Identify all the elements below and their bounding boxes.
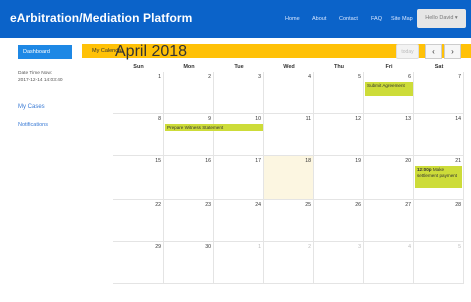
day-cell[interactable]: 10 [214, 114, 264, 156]
weekday-header: Sun Mon Tue Wed Thu Fri Sat [113, 62, 464, 72]
day-number: 12 [355, 116, 361, 122]
day-number: 4 [308, 74, 311, 80]
day-cell[interactable]: 16 [164, 156, 214, 200]
day-cell[interactable]: 13 [364, 114, 414, 156]
datetime-display: Date Time Now: 2017-12-14 14:03:40 [18, 70, 63, 84]
day-cell[interactable]: 22 [113, 200, 164, 242]
day-number: 14 [455, 116, 461, 122]
day-cell-other-month[interactable]: 3 [314, 242, 364, 284]
calendar-month-title: April 2018 [115, 43, 188, 60]
day-cell[interactable]: 24 [214, 200, 264, 242]
weekday-thu: Thu [333, 64, 345, 70]
day-cell[interactable]: 27 [364, 200, 414, 242]
day-number: 9 [208, 116, 211, 122]
day-cell-other-month[interactable]: 1 [214, 242, 264, 284]
weekday-wed: Wed [283, 64, 295, 70]
day-number: 27 [405, 202, 411, 208]
day-cell[interactable]: 15 [113, 156, 164, 200]
datetime-label: Date Time Now: [18, 71, 53, 76]
day-number: 23 [205, 202, 211, 208]
day-number: 5 [458, 244, 461, 250]
day-cell[interactable]: 20 [364, 156, 414, 200]
day-number: 5 [358, 74, 361, 80]
day-cell-other-month[interactable]: 2 [264, 242, 314, 284]
day-cell[interactable]: 28 [414, 200, 464, 242]
brand-title[interactable]: eArbitration/Mediation Platform [10, 11, 192, 25]
day-number: 1 [258, 244, 261, 250]
day-cell[interactable]: 23 [164, 200, 214, 242]
next-month-button[interactable]: › [444, 44, 461, 59]
nav-about[interactable]: About [312, 16, 326, 22]
day-cell[interactable]: 12 [314, 114, 364, 156]
event-submit-agreement[interactable]: Submit Agreement [365, 82, 413, 96]
day-number: 16 [205, 158, 211, 164]
day-cell[interactable]: 29 [113, 242, 164, 284]
day-number: 26 [355, 202, 361, 208]
day-number: 4 [408, 244, 411, 250]
day-cell[interactable]: 26 [314, 200, 364, 242]
day-number: 25 [305, 202, 311, 208]
day-cell[interactable]: 19 [314, 156, 364, 200]
event-settlement-payment[interactable]: 12:00p Make settlement payment [415, 166, 462, 188]
sidebar-item-notifications[interactable]: Notifications [18, 122, 48, 128]
day-number: 30 [205, 244, 211, 250]
day-number: 6 [408, 74, 411, 80]
datetime-value: 2017-12-14 14:03:40 [18, 78, 63, 83]
day-number: 29 [155, 244, 161, 250]
day-number: 3 [358, 244, 361, 250]
day-number: 19 [355, 158, 361, 164]
nav-faq[interactable]: FAQ [371, 16, 382, 22]
nav-home[interactable]: Home [285, 16, 300, 22]
day-cell[interactable]: 8 [113, 114, 164, 156]
day-number: 7 [458, 74, 461, 80]
event-prepare-witness-statement[interactable]: Prepare Witness Statement [165, 124, 263, 131]
day-number: 20 [405, 158, 411, 164]
top-navbar: eArbitration/Mediation Platform Home Abo… [0, 0, 471, 38]
day-cell[interactable]: 11 [264, 114, 314, 156]
day-cell[interactable]: 25 [264, 200, 314, 242]
day-cell[interactable]: 17 [214, 156, 264, 200]
day-number: 11 [305, 116, 311, 122]
user-menu-button[interactable]: Hello David ▾ [417, 9, 466, 28]
day-number: 28 [455, 202, 461, 208]
nav-site-map[interactable]: Site Map [391, 16, 413, 22]
sidebar-item-dashboard[interactable]: Dashboard [18, 45, 72, 59]
day-number: 2 [208, 74, 211, 80]
day-number: 22 [155, 202, 161, 208]
weekday-sat: Sat [434, 64, 444, 70]
sidebar-item-my-cases[interactable]: My Cases [18, 104, 45, 110]
day-cell[interactable]: 1 [113, 72, 164, 114]
weekday-mon: Mon [183, 64, 195, 70]
day-number: 13 [405, 116, 411, 122]
day-cell[interactable]: 5 [314, 72, 364, 114]
day-cell[interactable]: 9 [164, 114, 214, 156]
day-cell-today[interactable]: 18 [264, 156, 314, 200]
day-number: 17 [255, 158, 261, 164]
day-cell-other-month[interactable]: 5 [414, 242, 464, 284]
day-cell[interactable]: 14 [414, 114, 464, 156]
day-number: 8 [158, 116, 161, 122]
day-cell[interactable]: 2 [164, 72, 214, 114]
day-number: 18 [305, 158, 311, 164]
day-cell-other-month[interactable]: 4 [364, 242, 414, 284]
day-number: 24 [255, 202, 261, 208]
day-cell[interactable]: 3 [214, 72, 264, 114]
day-cell[interactable]: 30 [164, 242, 214, 284]
event-time: 12:00p [417, 167, 432, 172]
prev-month-button[interactable]: ‹ [425, 44, 442, 59]
calendar-grid: Sun Mon Tue Wed Thu Fri Sat 1 2 3 4 5 6 … [113, 62, 464, 302]
weekday-fri: Fri [385, 64, 393, 70]
weekday-sun: Sun [133, 64, 144, 70]
day-number: 1 [158, 74, 161, 80]
today-button[interactable]: today [396, 44, 419, 59]
nav-contact[interactable]: Contact [339, 16, 358, 22]
day-number: 10 [255, 116, 261, 122]
day-cell[interactable]: 4 [264, 72, 314, 114]
weekday-tue: Tue [234, 64, 244, 70]
day-cell[interactable]: 7 [414, 72, 464, 114]
day-number: 2 [308, 244, 311, 250]
day-number: 3 [258, 74, 261, 80]
day-number: 21 [455, 158, 461, 164]
day-number: 15 [155, 158, 161, 164]
